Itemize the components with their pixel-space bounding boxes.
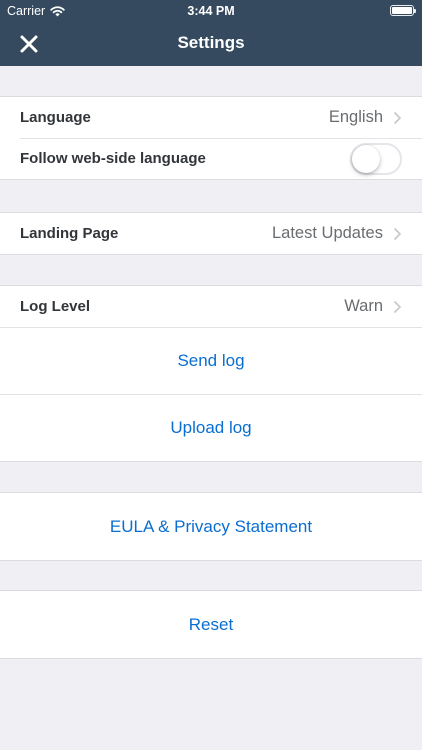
eula-privacy-button[interactable]: EULA & Privacy Statement — [0, 493, 422, 560]
landing-page-value: Latest Updates — [272, 224, 383, 242]
language-row[interactable]: Language English — [0, 97, 422, 138]
follow-web-language-row: Follow web-side language — [0, 138, 422, 179]
log-level-value: Warn — [344, 297, 383, 315]
log-level-row[interactable]: Log Level Warn — [0, 286, 422, 327]
landing-page-label: Landing Page — [20, 225, 119, 242]
chevron-right-icon — [393, 111, 402, 124]
language-value: English — [328, 108, 383, 126]
navigation-bar: Settings — [0, 22, 422, 66]
send-log-button[interactable]: Send log — [0, 327, 422, 394]
landing-page-row[interactable]: Landing Page Latest Updates — [0, 213, 422, 254]
chevron-right-icon — [393, 300, 402, 313]
battery-icon — [390, 5, 416, 16]
upload-log-button[interactable]: Upload log — [0, 394, 422, 461]
language-group: Language English Follow web-side languag… — [0, 96, 422, 180]
page-title: Settings — [177, 33, 245, 52]
language-label: Language — [20, 109, 91, 126]
follow-web-language-toggle[interactable] — [350, 142, 402, 175]
reset-group: Reset — [0, 590, 422, 659]
landing-page-group: Landing Page Latest Updates — [0, 212, 422, 255]
log-level-label: Log Level — [20, 298, 91, 315]
status-bar: Carrier 3:44 PM — [0, 0, 422, 22]
log-group: Log Level Warn Send log Upload log — [0, 285, 422, 462]
top-bar: Carrier 3:44 PM Settings — [0, 0, 422, 66]
status-time: 3:44 PM — [187, 4, 235, 18]
follow-web-language-label: Follow web-side language — [20, 150, 206, 167]
chevron-right-icon — [393, 227, 402, 240]
reset-button[interactable]: Reset — [0, 591, 422, 658]
eula-group: EULA & Privacy Statement — [0, 492, 422, 561]
